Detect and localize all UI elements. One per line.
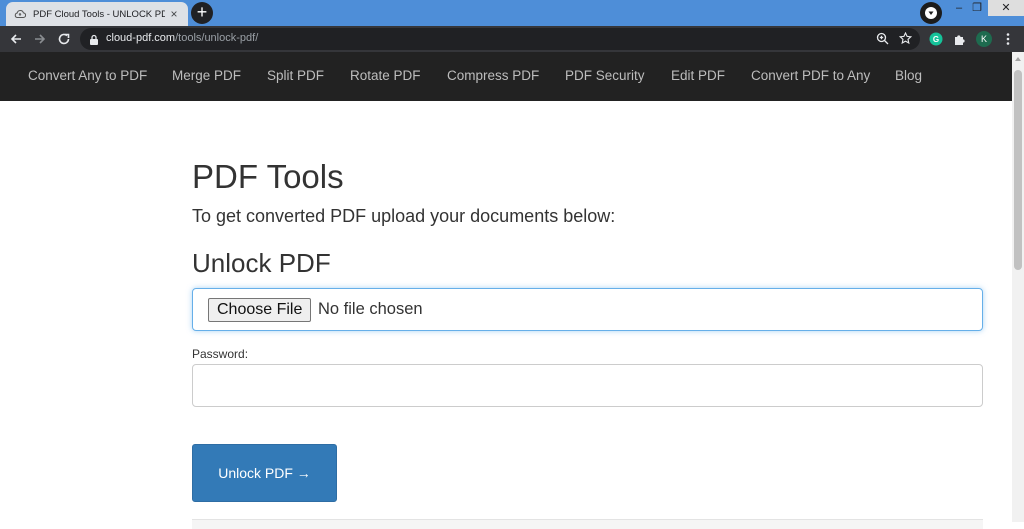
site-navbar: Convert Any to PDF Merge PDF Split PDF R… xyxy=(0,52,1012,101)
tab-title: PDF Cloud Tools - UNLOCK PDF xyxy=(33,8,165,20)
browser-tab[interactable]: PDF Cloud Tools - UNLOCK PDF × xyxy=(6,2,188,26)
nav-split-pdf[interactable]: Split PDF xyxy=(267,68,324,83)
forward-icon[interactable] xyxy=(31,30,49,48)
nav-blog[interactable]: Blog xyxy=(895,68,922,83)
back-icon[interactable] xyxy=(7,30,25,48)
browser-titlebar: PDF Cloud Tools - UNLOCK PDF × + – ❐ ✕ xyxy=(0,0,1024,26)
grammarly-extension-icon[interactable]: G xyxy=(927,30,945,48)
tool-title: Unlock PDF xyxy=(192,248,331,278)
nav-merge-pdf[interactable]: Merge PDF xyxy=(172,68,241,83)
extensions-puzzle-icon[interactable] xyxy=(951,30,969,48)
nav-edit-pdf[interactable]: Edit PDF xyxy=(671,68,725,83)
file-upload-field[interactable]: Choose File No file chosen xyxy=(192,288,983,331)
close-window-button[interactable]: ✕ xyxy=(988,0,1024,16)
bookmark-star-icon[interactable] xyxy=(898,31,913,50)
tab-close-icon[interactable]: × xyxy=(167,7,181,21)
result-panel xyxy=(192,519,983,529)
browser-menu-icon[interactable] xyxy=(999,30,1017,48)
scrollbar-thumb[interactable] xyxy=(1014,70,1022,270)
page-scrollbar[interactable] xyxy=(1012,52,1024,522)
choose-file-button[interactable]: Choose File xyxy=(208,298,312,322)
close-window-icon: ✕ xyxy=(1001,2,1011,14)
media-control-icon[interactable] xyxy=(920,2,942,24)
url-host: cloud-pdf.com xyxy=(106,32,176,44)
zoom-icon[interactable] xyxy=(876,32,889,50)
url-path: /tools/unlock-pdf/ xyxy=(175,32,259,44)
url-text: cloud-pdf.com/tools/unlock-pdf/ xyxy=(106,32,258,44)
scroll-up-arrow-icon[interactable] xyxy=(1015,57,1021,61)
profile-avatar[interactable]: K xyxy=(975,30,993,48)
unlock-pdf-button[interactable]: Unlock PDF → xyxy=(192,444,337,502)
nav-pdf-security[interactable]: PDF Security xyxy=(565,68,645,83)
nav-convert-pdf-to-any[interactable]: Convert PDF to Any xyxy=(751,68,870,83)
cloud-icon xyxy=(14,8,26,20)
browser-toolbar: cloud-pdf.com/tools/unlock-pdf/ G K xyxy=(0,26,1024,52)
nav-compress-pdf[interactable]: Compress PDF xyxy=(447,68,539,83)
grammarly-letter: G xyxy=(932,34,940,44)
nav-convert-any-to-pdf[interactable]: Convert Any to PDF xyxy=(28,68,147,83)
page-title: PDF Tools xyxy=(192,158,344,195)
password-label: Password: xyxy=(192,347,249,361)
profile-initial: K xyxy=(980,34,987,44)
password-input[interactable] xyxy=(192,364,983,407)
nav-rotate-pdf[interactable]: Rotate PDF xyxy=(350,68,421,83)
new-tab-button[interactable]: + xyxy=(191,2,213,24)
lock-icon xyxy=(89,33,99,51)
file-status-text: No file chosen xyxy=(318,300,423,318)
address-bar[interactable]: cloud-pdf.com/tools/unlock-pdf/ xyxy=(80,28,920,50)
page-subtitle: To get converted PDF upload your documen… xyxy=(192,206,616,226)
reload-icon[interactable] xyxy=(55,30,73,48)
